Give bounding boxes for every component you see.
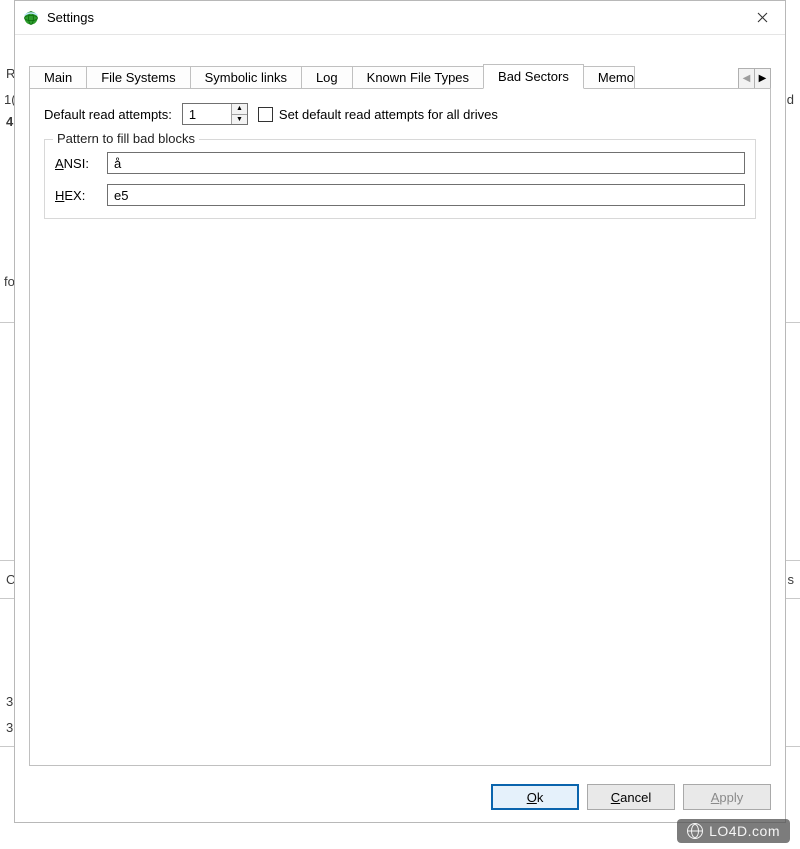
ansi-label: ANSI: [55, 156, 97, 171]
watermark-text: LO4D.com [709, 823, 780, 839]
spinner-buttons: ▲ ▼ [231, 104, 247, 124]
globe-icon [687, 823, 703, 839]
spinner-down[interactable]: ▼ [232, 115, 247, 125]
pattern-group-title: Pattern to fill bad blocks [53, 131, 199, 146]
tab-scroll: ◀ ▶ [738, 67, 771, 89]
tab-main[interactable]: Main [29, 66, 87, 90]
tab-bad-sectors[interactable]: Bad Sectors [483, 64, 584, 89]
close-icon [757, 12, 768, 23]
tabpanel-bad-sectors: Default read attempts: ▲ ▼ Set default r… [29, 88, 771, 766]
checkbox-box [258, 107, 273, 122]
close-button[interactable] [739, 2, 785, 34]
chevron-left-icon: ◀ [743, 74, 751, 84]
read-attempts-label: Default read attempts: [44, 107, 172, 122]
tab-scroll-right[interactable]: ▶ [754, 68, 771, 90]
read-attempts-input[interactable] [183, 104, 231, 124]
hex-row: HEX: [55, 184, 745, 206]
ok-button[interactable]: Ok [491, 784, 579, 810]
tab-symbolic-links[interactable]: Symbolic links [190, 66, 302, 90]
window-title: Settings [47, 10, 739, 25]
app-icon [23, 10, 39, 26]
tab-log[interactable]: Log [301, 66, 353, 90]
tab-file-systems[interactable]: File Systems [86, 66, 190, 90]
settings-dialog: Settings Main File Systems Symbolic link… [14, 0, 786, 823]
ansi-row: ANSI: [55, 152, 745, 174]
pattern-groupbox: Pattern to fill bad blocks ANSI: HEX: [44, 139, 756, 219]
tab-known-file-types[interactable]: Known File Types [352, 66, 484, 90]
chevron-right-icon: ▶ [759, 74, 767, 84]
tab-scroll-left[interactable]: ◀ [738, 68, 755, 90]
hex-label: HEX: [55, 188, 97, 203]
titlebar: Settings [15, 1, 785, 35]
apply-button[interactable]: Apply [683, 784, 771, 810]
tab-strip: Main File Systems Symbolic links Log Kno… [29, 63, 771, 89]
dialog-footer: Ok Cancel Apply [491, 784, 771, 810]
ansi-input[interactable] [107, 152, 745, 174]
read-attempts-row: Default read attempts: ▲ ▼ Set default r… [44, 103, 756, 125]
watermark: LO4D.com [677, 819, 790, 843]
chevron-down-icon: ▼ [236, 116, 243, 123]
set-for-all-label: Set default read attempts for all drives [279, 107, 498, 122]
hex-input[interactable] [107, 184, 745, 206]
spinner-up[interactable]: ▲ [232, 104, 247, 115]
tab-memory[interactable]: Memo [583, 66, 635, 90]
set-for-all-checkbox[interactable]: Set default read attempts for all drives [258, 107, 498, 122]
read-attempts-spinner[interactable]: ▲ ▼ [182, 103, 248, 125]
dialog-client: Main File Systems Symbolic links Log Kno… [15, 35, 785, 822]
cancel-button[interactable]: Cancel [587, 784, 675, 810]
chevron-up-icon: ▲ [236, 105, 243, 112]
